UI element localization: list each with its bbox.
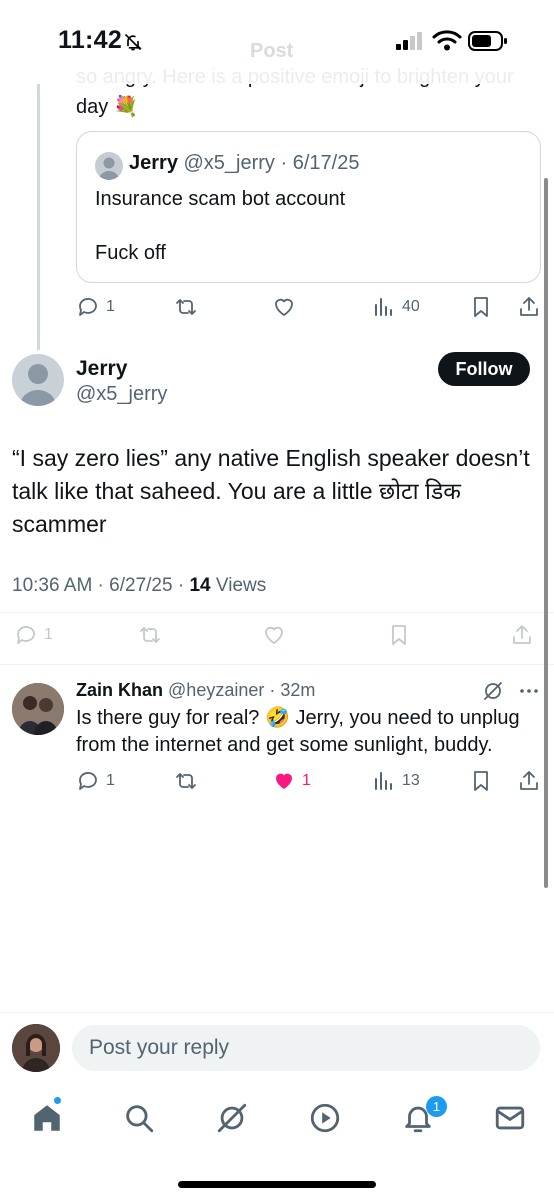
reply-reply-button[interactable]: 1 xyxy=(76,769,115,793)
main-tweet-views-count: 14 xyxy=(189,575,211,596)
reply-separator: · xyxy=(264,680,281,700)
reply-bookmark-button[interactable] xyxy=(469,769,493,793)
main-reply-count: 1 xyxy=(44,626,53,643)
main-repost-button[interactable] xyxy=(138,623,162,647)
home-icon xyxy=(34,1105,60,1131)
bookmark-icon xyxy=(392,625,406,645)
self-avatar[interactable] xyxy=(12,1024,60,1072)
notifications-badge: 1 xyxy=(426,1096,447,1117)
reply-share-button[interactable] xyxy=(517,769,541,793)
views-icon xyxy=(375,772,392,790)
scrollbar[interactable] xyxy=(544,178,548,888)
parent-bookmark-button[interactable] xyxy=(469,295,493,319)
reply-like-button[interactable]: 1 xyxy=(272,769,311,793)
bookmark-icon xyxy=(474,771,488,791)
wifi-icon xyxy=(432,29,462,51)
share-icon xyxy=(513,625,531,644)
divider xyxy=(0,664,554,665)
quote-avatar xyxy=(95,152,123,180)
reply-header: Zain Khan @heyzainer · 32m xyxy=(76,680,315,701)
views-icon xyxy=(375,298,392,316)
heart-icon xyxy=(275,298,293,316)
thread-line xyxy=(37,84,40,350)
main-reply-button[interactable]: 1 xyxy=(14,623,53,647)
parent-views-button[interactable]: 40 xyxy=(372,295,420,319)
follow-button[interactable]: Follow xyxy=(438,352,530,386)
main-tweet-text: “I say zero lies” any native English spe… xyxy=(12,445,530,537)
reply-icon xyxy=(17,626,35,644)
parent-views-count: 40 xyxy=(402,298,420,315)
parent-repost-button[interactable] xyxy=(174,295,198,319)
reply-views-count: 13 xyxy=(402,772,420,789)
more-options-icon[interactable] xyxy=(517,679,541,703)
repost-icon xyxy=(140,627,160,643)
main-like-button[interactable] xyxy=(262,623,286,647)
mail-icon xyxy=(495,1106,525,1130)
quote-author-name: Jerry xyxy=(129,152,178,174)
bookmark-icon xyxy=(474,297,488,317)
main-author-avatar[interactable] xyxy=(12,354,64,406)
quote-line-2: Fuck off xyxy=(95,242,166,264)
grok-icon xyxy=(217,1103,247,1133)
quote-line-1: Insurance scam bot account xyxy=(95,188,346,210)
heart-icon xyxy=(265,626,283,644)
reply-author-avatar[interactable] xyxy=(12,683,64,735)
reply-icon xyxy=(79,298,97,316)
main-tweet-views-label: Views xyxy=(215,575,267,596)
parent-share-button[interactable] xyxy=(517,295,541,319)
share-icon xyxy=(520,771,538,790)
home-new-dot xyxy=(53,1096,62,1105)
main-tweet-meta: 10:36 AM · 6/27/25 · 14 Views xyxy=(12,575,266,597)
battery-icon xyxy=(468,30,508,52)
reply-input[interactable]: Post your reply xyxy=(72,1025,540,1071)
quoted-tweet[interactable]: Jerry @x5_jerry · 6/17/25 Insurance scam… xyxy=(76,131,541,283)
main-share-button[interactable] xyxy=(510,623,534,647)
status-time: 11:42 xyxy=(58,26,123,54)
header-title: Post xyxy=(250,40,294,62)
search-icon xyxy=(126,1105,154,1133)
cellular-signal-icon xyxy=(396,32,424,50)
main-author-handle[interactable]: @x5_jerry xyxy=(76,383,167,406)
parent-like-button[interactable] xyxy=(272,295,296,319)
tab-video[interactable] xyxy=(308,1101,342,1135)
reply-reply-count: 1 xyxy=(106,772,115,789)
home-indicator xyxy=(178,1181,376,1188)
main-author-name[interactable]: Jerry xyxy=(76,357,127,381)
reply-views-button[interactable]: 13 xyxy=(372,769,420,793)
reply-repost-button[interactable] xyxy=(174,769,198,793)
main-bookmark-button[interactable] xyxy=(387,623,411,647)
parent-reply-button[interactable]: 1 xyxy=(76,295,115,319)
play-icon xyxy=(310,1103,340,1133)
quote-separator: · xyxy=(274,152,293,174)
compose-divider xyxy=(0,1012,554,1013)
parent-reply-count: 1 xyxy=(106,298,115,315)
tab-search[interactable] xyxy=(122,1101,156,1135)
meta-separator-1: · xyxy=(92,575,110,596)
quote-date: 6/17/25 xyxy=(292,152,360,174)
grok-icon[interactable] xyxy=(481,679,505,703)
reply-author-name[interactable]: Zain Khan xyxy=(76,680,163,700)
repost-icon xyxy=(176,773,196,789)
main-tweet-date: 6/27/25 xyxy=(109,575,173,596)
reply-icon xyxy=(79,772,97,790)
reply-age: 32m xyxy=(280,680,316,700)
quote-text: Insurance scam bot account Fuck off xyxy=(95,186,345,267)
share-icon xyxy=(520,297,538,316)
tab-home[interactable] xyxy=(30,1101,64,1135)
meta-separator-2: · xyxy=(172,575,190,596)
tab-messages[interactable] xyxy=(493,1101,527,1135)
heart-filled-icon xyxy=(276,773,292,789)
reply-like-count: 1 xyxy=(302,772,311,789)
repost-icon xyxy=(176,299,196,315)
tab-grok[interactable] xyxy=(215,1101,249,1135)
reply-author-handle[interactable]: @heyzainer xyxy=(168,680,264,700)
divider xyxy=(0,612,554,613)
main-tweet-time: 10:36 AM xyxy=(12,575,93,596)
reply-text: Is there guy for real? 🤣 Jerry, you need… xyxy=(76,707,520,756)
quote-header: Jerry @x5_jerry · 6/17/25 xyxy=(129,152,359,175)
quote-author-handle: @x5_jerry xyxy=(183,152,275,174)
silent-mode-icon xyxy=(123,32,143,52)
